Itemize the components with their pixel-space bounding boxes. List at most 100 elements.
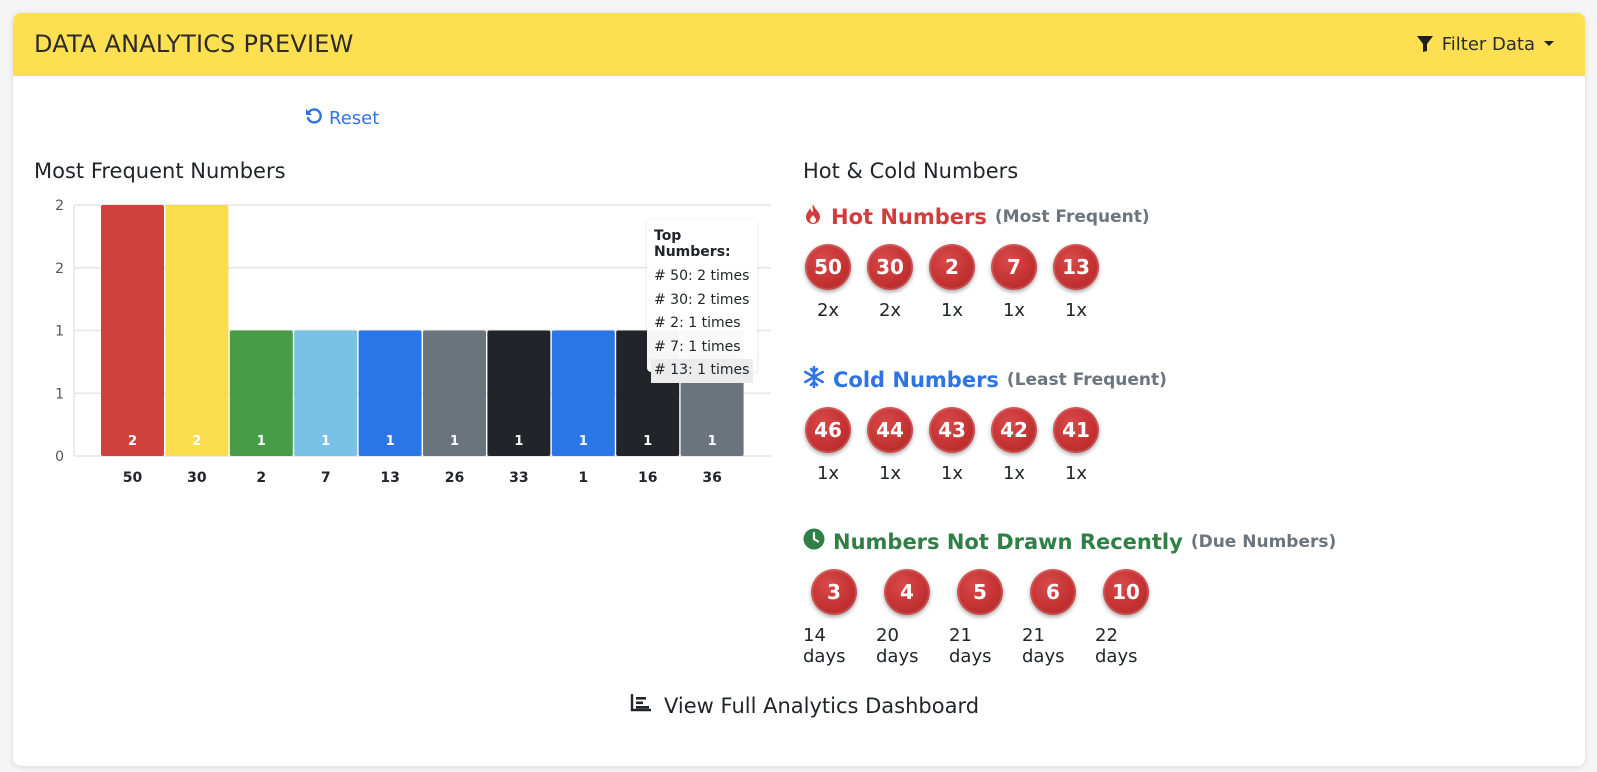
tooltip-row: # 2: 1 times [654,315,741,331]
hot-number-item: 30 2x [867,244,913,321]
tooltip-title: Top Numbers: [654,228,731,260]
caret-down-icon [1543,40,1555,48]
card-header: DATA ANALYTICS PREVIEW Filter Data [13,13,1585,76]
hot-number-item: 13 1x [1053,244,1099,321]
chart-bar-icon [630,693,652,718]
cold-number-item: 43 1x [929,407,975,484]
y-tick-label: 0 [55,449,64,465]
cold-numbers-heading: Cold Numbers (Least Frequent) [803,365,1167,393]
hot-numbers-sub: (Most Frequent) [994,206,1150,227]
filter-icon [1416,35,1434,53]
number-caption: 1x [940,463,964,484]
y-tick-label: 2 [55,261,64,277]
number-ball: 3 [811,569,857,615]
number-caption: 2x [816,300,840,321]
cold-numbers-row: 46 1x 44 1x 43 1x 42 1x 41 1x [805,407,1115,484]
bar-data-label: 1 [579,434,588,449]
number-ball: 50 [805,244,851,290]
hot-numbers-label: Hot Numbers [831,204,987,229]
number-ball: 43 [929,407,975,453]
reset-link[interactable]: Reset [305,107,379,130]
hot-numbers-row: 50 2x 30 2x 2 1x 7 1x 13 1x [805,244,1115,321]
bar-data-label: 2 [128,434,137,449]
snowflake-icon [803,365,825,393]
cold-numbers-label: Cold Numbers [833,367,999,392]
bar-data-label: 1 [386,434,395,449]
bar-data-label: 1 [321,434,330,449]
undo-icon [305,107,323,130]
tooltip-row: # 13: 1 times [651,359,753,383]
number-caption: 1x [1064,463,1088,484]
number-ball: 13 [1053,244,1099,290]
number-ball: 46 [805,407,851,453]
x-tick-label: 16 [638,470,657,486]
due-number-item: 4 20 days [876,569,938,667]
y-tick-label: 1 [55,386,64,402]
reset-label: Reset [329,108,380,129]
number-caption: 1x [1002,300,1026,321]
number-ball: 7 [991,244,1037,290]
x-tick-label: 2 [256,470,266,486]
due-number-item: 10 22 days [1095,569,1157,667]
view-full-dashboard-label: View Full Analytics Dashboard [664,693,980,718]
fire-icon [803,203,823,230]
due-number-item: 6 21 days [1022,569,1084,667]
clock-icon [803,528,825,555]
hot-number-item: 7 1x [991,244,1037,321]
tooltip-row: # 30: 2 times [654,291,750,308]
due-numbers-heading: Numbers Not Drawn Recently (Due Numbers) [803,528,1336,555]
cold-number-item: 46 1x [805,407,851,484]
x-tick-label: 26 [445,470,464,486]
x-tick-label: 1 [578,470,588,486]
tooltip-row: # 7: 1 times [654,338,741,355]
number-caption: 22 days [1095,625,1138,667]
x-tick-label: 13 [380,470,399,486]
tooltip-row: # 50: 2 times [654,268,750,284]
page-title: DATA ANALYTICS PREVIEW [34,30,354,58]
hot-number-item: 50 2x [805,244,851,321]
number-caption: 1x [816,463,840,484]
due-numbers-row: 3 14 days 4 20 days 5 21 days 6 21 days 10 22 day… [803,569,1168,667]
view-full-dashboard-link[interactable]: View Full Analytics Dashboard [630,693,979,718]
number-ball: 42 [991,407,1037,453]
due-numbers-label: Numbers Not Drawn Recently [833,529,1183,554]
y-tick-label: 1 [55,324,64,340]
x-tick-label: 50 [123,470,143,486]
number-caption: 1x [940,300,964,321]
cold-number-item: 42 1x [991,407,1037,484]
number-ball: 4 [884,569,930,615]
due-number-item: 3 14 days [803,569,865,667]
x-tick-label: 7 [321,470,331,486]
number-caption: 14 days [803,625,846,667]
due-number-item: 5 21 days [949,569,1011,667]
number-caption: 1x [1002,463,1026,484]
number-ball: 44 [867,407,913,453]
number-ball: 30 [867,244,913,290]
hot-cold-title: Hot & Cold Numbers [803,159,1019,183]
bar [101,205,164,456]
number-caption: 1x [878,463,902,484]
x-tick-label: 36 [702,470,721,486]
x-tick-label: 33 [509,470,528,486]
bar-data-label: 1 [257,434,266,449]
number-caption: 2x [878,300,902,321]
hot-numbers-heading: Hot Numbers (Most Frequent) [803,203,1150,230]
x-tick-label: 30 [187,470,207,486]
cold-numbers-sub: (Least Frequent) [1006,369,1167,390]
number-caption: 21 days [1022,625,1065,667]
bar-data-label: 1 [450,434,459,449]
bar [165,205,229,456]
number-ball: 2 [929,244,975,290]
bar-data-label: 1 [514,434,523,449]
filter-data-label: Filter Data [1441,33,1535,55]
number-caption: 20 days [876,625,919,667]
due-numbers-sub: (Due Numbers) [1190,531,1337,552]
bar-data-label: 1 [643,434,652,449]
cold-number-item: 44 1x [867,407,913,484]
most-frequent-title: Most Frequent Numbers [34,159,286,183]
number-ball: 6 [1030,569,1076,615]
cold-number-item: 41 1x [1053,407,1099,484]
y-tick-label: 2 [55,198,64,214]
filter-data-dropdown[interactable]: Filter Data [1416,31,1555,57]
number-caption: 21 days [949,625,992,667]
